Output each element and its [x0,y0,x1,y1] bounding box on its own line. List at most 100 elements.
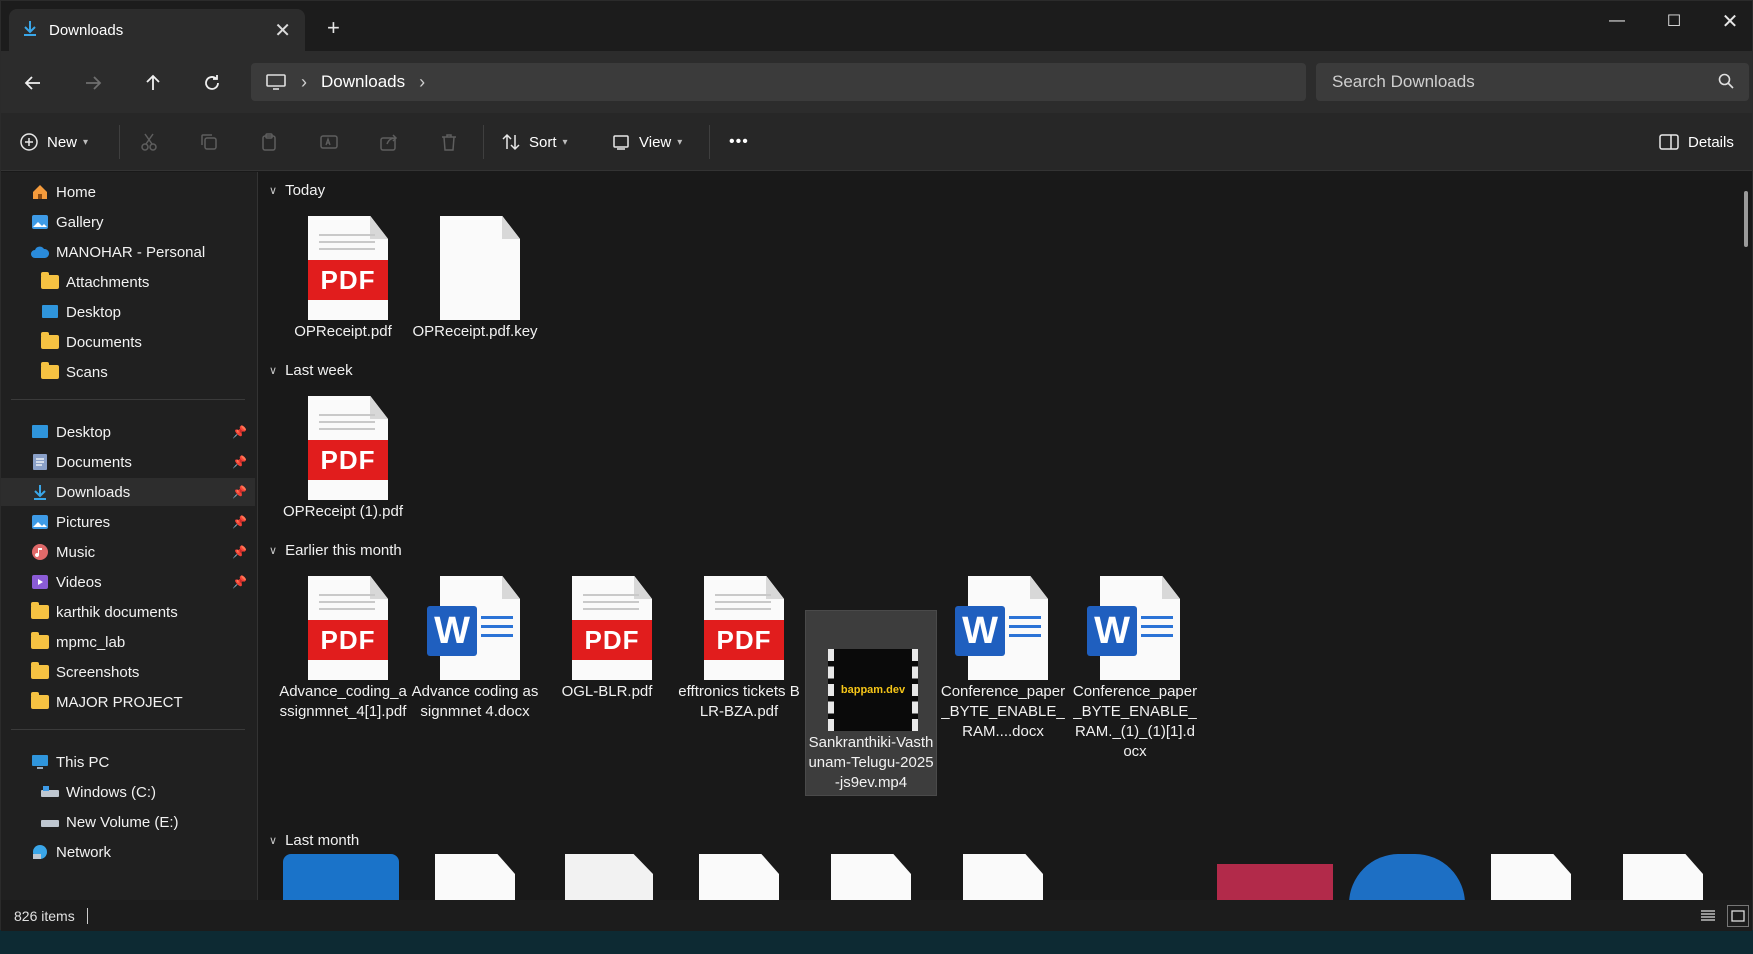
group-header-earlier-this-month[interactable]: ∨ Earlier this month [269,542,402,559]
details-view-button[interactable] [1697,905,1719,927]
pin-icon[interactable]: 📌 [232,575,247,589]
sidebar-item-desktop-onedrive[interactable]: Desktop [1,298,255,326]
delete-button[interactable] [439,129,459,155]
installer-app-icon[interactable] [1349,854,1465,900]
minimize-button[interactable]: — [1594,9,1640,33]
divider [86,907,88,924]
chevron-right-icon[interactable]: › [419,72,425,93]
sidebar-item-label: Attachments [66,273,150,291]
view-button[interactable]: View ▾ [611,129,682,155]
close-window-button[interactable]: ✕ [1707,9,1753,33]
file-item[interactable]: PDF OPReceipt.pdf [277,204,409,342]
pin-icon[interactable]: 📌 [232,425,247,439]
python-file-icon[interactable] [565,854,653,900]
sidebar-item-downloads[interactable]: Downloads 📌 [1,478,255,506]
file-item[interactable]: PDF OPReceipt (1).pdf [277,384,409,522]
pin-icon[interactable]: 📌 [232,515,247,529]
sidebar-item-windows-c[interactable]: Windows (C:) [1,778,255,806]
arrow-right-icon [86,76,102,90]
rename-button[interactable] [319,129,339,155]
sidebar-item-home[interactable]: Home [1,178,255,206]
new-button[interactable]: New ▾ [19,129,88,155]
blank-file-icon[interactable] [435,854,515,900]
refresh-button[interactable] [198,69,226,97]
trash-icon [442,134,456,151]
maximize-button[interactable]: ☐ [1651,9,1697,33]
file-item[interactable]: W Conference_paper_BYTE_ENABLE_RAM._(1)_… [1069,564,1201,762]
file-list: ∨ Today PDF OPReceipt.pdf OPReceipt.pdf.… [259,172,1734,900]
file-name: Advance_coding_assignmnet_4[1].pdf [279,683,407,720]
pin-icon[interactable]: 📌 [232,545,247,559]
sidebar-item-attachments[interactable]: Attachments [1,268,255,296]
sidebar-item-label: Network [56,843,112,861]
copy-button[interactable] [199,129,219,155]
search-input[interactable]: Search Downloads [1316,63,1749,101]
folder-icon [30,602,50,621]
tab-downloads[interactable]: Downloads ✕ [9,9,305,51]
file-item[interactable]: W Conference_paper_BYTE_ENABLE_RAM....do… [937,564,1069,742]
winrar-archive-icon[interactable] [1217,864,1333,900]
sidebar-item-documents[interactable]: Documents 📌 [1,448,255,476]
sidebar-item-major-project[interactable]: MAJOR PROJECT [1,688,255,716]
sidebar-item-scans[interactable]: Scans [1,358,255,386]
chevron-down-icon: ∨ [269,185,278,197]
vertical-scrollbar[interactable] [1744,191,1748,247]
group-header-last-month[interactable]: ∨ Last month [269,832,359,849]
group-title: Last week [285,362,353,379]
group-header-today[interactable]: ∨ Today [269,182,325,199]
sidebar-item-onedrive[interactable]: MANOHAR - Personal [1,238,255,266]
sidebar-item-karthik-documents[interactable]: karthik documents [1,598,255,626]
sidebar-item-new-volume-e[interactable]: New Volume (E:) [1,808,255,836]
sidebar-item-label: Videos [56,573,102,591]
sidebar-item-videos[interactable]: Videos 📌 [1,568,255,596]
text-file-icon[interactable] [963,854,1043,900]
file-item-selected[interactable]: bappam.dev Sankranthiki-Vasthunam-Telugu… [805,610,937,796]
sidebar-item-label: Desktop [66,303,122,321]
new-tab-button[interactable]: + [327,17,340,39]
word-file-icon[interactable] [699,854,779,900]
file-item[interactable]: PDF Advance_coding_assignmnet_4[1].pdf [277,564,409,722]
sidebar-item-music[interactable]: Music 📌 [1,538,255,566]
pin-icon[interactable]: 📌 [232,455,247,469]
video-thumbnail-text: bappam.dev [840,684,906,696]
sort-button[interactable]: Sort ▾ [501,129,568,155]
share-button[interactable] [379,129,399,155]
sidebar-item-label: MANOHAR - Personal [56,243,206,261]
file-item[interactable]: PDF efftronics tickets BLR-BZA.pdf [673,564,805,722]
sidebar-item-label: New Volume (E:) [66,813,179,831]
cut-button[interactable] [139,129,159,155]
forward-button[interactable] [79,69,107,97]
up-button[interactable] [139,69,167,97]
sidebar-item-label: Music [56,543,96,561]
sidebar-item-desktop[interactable]: Desktop 📌 [1,418,255,446]
close-tab-icon[interactable]: ✕ [274,18,291,43]
sidebar-item-screenshots[interactable]: Screenshots [1,658,255,686]
toolbox-app-icon[interactable] [283,854,399,900]
group-header-last-week[interactable]: ∨ Last week [269,362,353,379]
more-options-button[interactable]: ••• [729,129,749,155]
pictures-icon [30,513,50,531]
breadcrumb-downloads[interactable]: Downloads [321,72,405,92]
details-button[interactable]: Details [1658,129,1734,155]
sidebar-item-this-pc[interactable]: This PC [1,748,255,776]
text-file-icon[interactable] [1491,854,1571,900]
address-bar[interactable]: › Downloads › [251,63,1306,101]
pdf-file-icon[interactable] [1623,854,1703,900]
sidebar-item-pictures[interactable]: Pictures 📌 [1,508,255,536]
sort-label: Sort [529,133,557,151]
file-item[interactable]: PDF OGL-BLR.pdf [541,564,673,702]
sidebar-item-gallery[interactable]: Gallery [1,208,255,236]
paste-button[interactable] [259,129,279,155]
back-button[interactable] [19,69,47,97]
file-item[interactable]: W Advance coding assignmnet 4.docx [409,564,541,722]
large-icons-view-button[interactable] [1727,905,1749,927]
sidebar-item-mpmc-lab[interactable]: mpmc_lab [1,628,255,656]
cloud-icon [30,243,50,261]
folder-icon [40,362,60,381]
pin-icon[interactable]: 📌 [232,485,247,499]
details-pane-icon [1659,134,1679,150]
file-item[interactable]: OPReceipt.pdf.key [409,204,541,342]
sidebar-item-network[interactable]: Network [1,838,255,866]
text-file-icon[interactable] [831,854,911,900]
sidebar-item-documents-onedrive[interactable]: Documents [1,328,255,356]
